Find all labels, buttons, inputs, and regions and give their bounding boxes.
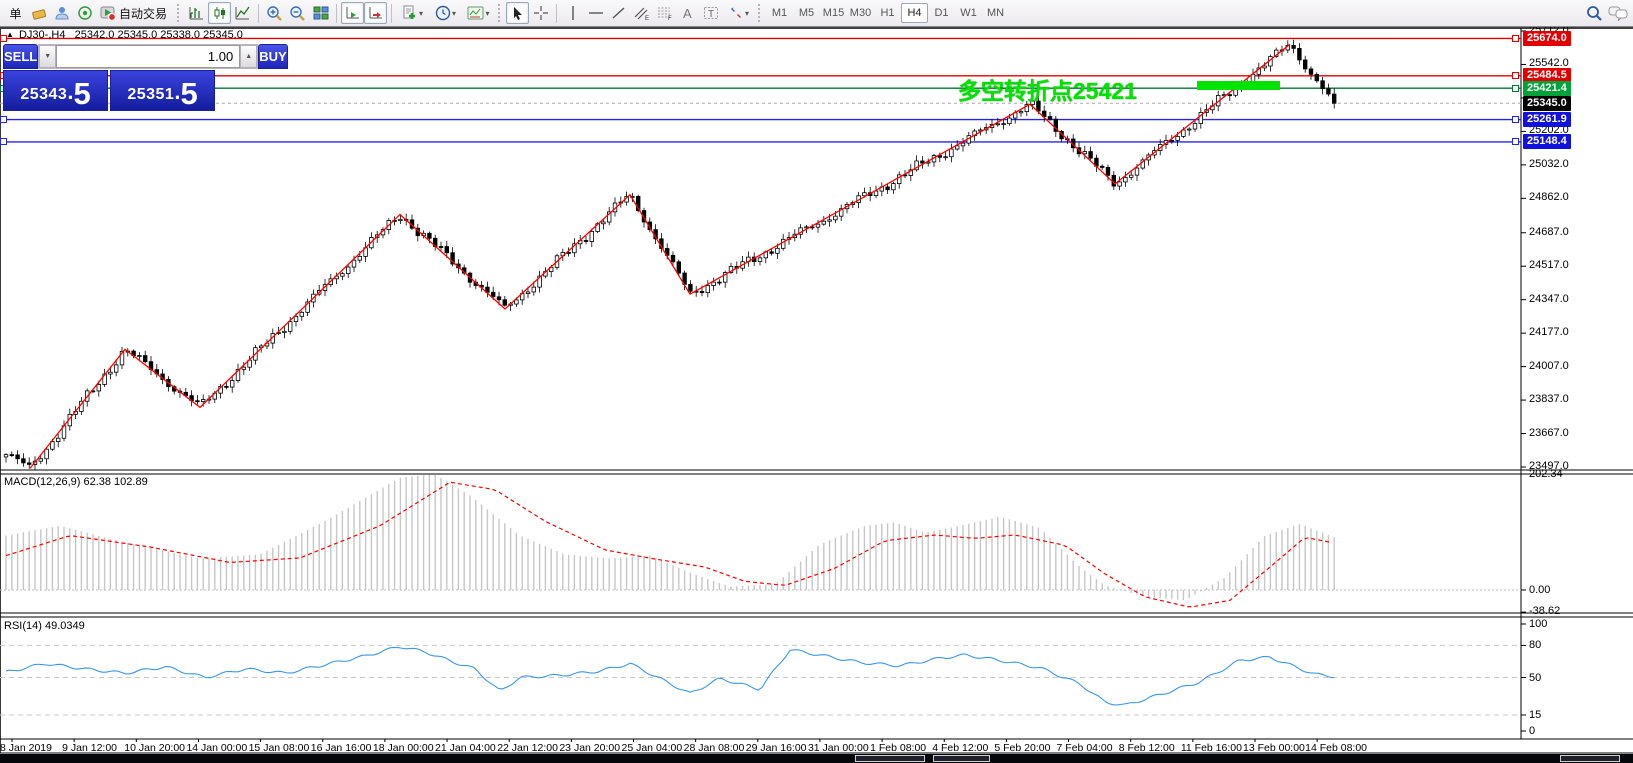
timeframe-m15-button[interactable]: M15 xyxy=(820,3,847,23)
timeframe-mn-button[interactable]: MN xyxy=(982,3,1009,23)
search-icon[interactable] xyxy=(1583,2,1606,24)
period-button[interactable]: ▾ xyxy=(429,2,462,24)
svg-text:A: A xyxy=(683,6,692,21)
text-label-button[interactable]: T xyxy=(699,2,722,24)
signal-icon[interactable] xyxy=(73,2,96,24)
buy-price-main: 25351 xyxy=(127,86,174,107)
crosshair-button[interactable] xyxy=(529,2,552,24)
mt4-window: 单 自动交易 xyxy=(0,0,1633,763)
chart-symbol-period: DJ30-,H4 xyxy=(19,29,65,41)
toolbar-separator xyxy=(556,4,557,23)
zoom-out-button[interactable] xyxy=(286,2,309,24)
taskbar-item[interactable] xyxy=(933,755,990,762)
timeframe-w1-button[interactable]: W1 xyxy=(955,3,982,23)
volume-increase-button[interactable]: ▲ xyxy=(240,45,257,68)
timeframe-h1-button[interactable]: H1 xyxy=(874,3,901,23)
toolbar-grip xyxy=(498,4,503,22)
autotrading-label: 自动交易 xyxy=(119,5,167,22)
new-order-label: 单 xyxy=(9,5,21,22)
text-button[interactable]: A xyxy=(676,2,699,24)
level-line-handle[interactable] xyxy=(1512,85,1519,92)
chart-shift-button[interactable] xyxy=(364,2,387,24)
level-line-handle[interactable] xyxy=(1512,138,1519,145)
tile-windows-button[interactable] xyxy=(309,2,332,24)
taskbar-item[interactable] xyxy=(855,755,925,762)
bar-chart-button[interactable] xyxy=(185,2,208,24)
level-line-handle[interactable] xyxy=(0,138,7,145)
level-line-handle[interactable] xyxy=(1512,116,1519,123)
buy-price-button[interactable]: 25351 . 5 xyxy=(110,70,215,111)
new-order-button[interactable]: 单 xyxy=(4,2,27,24)
vertical-line-button[interactable] xyxy=(561,2,584,24)
timeframe-m1-button[interactable]: M1 xyxy=(766,3,793,23)
equidistant-channel-button[interactable]: E xyxy=(630,2,653,24)
toolbar-separator xyxy=(391,4,392,23)
sell-price-pip: 5 xyxy=(73,81,90,107)
turning-point-annotation[interactable]: 多空转折点25421 xyxy=(958,72,1137,106)
buy-button[interactable]: BUY xyxy=(258,44,287,69)
chart-area[interactable] xyxy=(0,28,1633,754)
one-click-trading-panel: SELL ▼ ▲ BUY 25343 . 5 25351 . 5 xyxy=(3,44,215,111)
sell-price-main: 25343 xyxy=(20,86,67,107)
autotrading-button[interactable]: 自动交易 xyxy=(96,2,174,24)
toolbar-grip xyxy=(758,4,763,22)
timeframe-d1-button[interactable]: D1 xyxy=(928,3,955,23)
toolbar-separator xyxy=(258,4,259,23)
cursor-button[interactable] xyxy=(506,2,529,24)
arrows-button[interactable]: ▾ xyxy=(722,2,755,24)
chart-ohlc-values: 25342.0 25345.0 25338.0 25345.0 xyxy=(75,29,243,41)
turning-point-highlight-bar[interactable] xyxy=(1197,81,1280,90)
dropdown-caret: ▾ xyxy=(485,9,489,18)
toolbar-separator xyxy=(336,4,337,23)
level-line-handle[interactable] xyxy=(1512,35,1519,42)
svg-text:F: F xyxy=(668,16,672,21)
line-chart-button[interactable] xyxy=(231,2,254,24)
timeframe-m5-button[interactable]: M5 xyxy=(793,3,820,23)
market-watch-icon[interactable] xyxy=(27,2,50,24)
template-button[interactable]: ▾ xyxy=(462,2,495,24)
symbol-marker-icon: ▲ xyxy=(6,30,14,39)
sell-button[interactable]: SELL xyxy=(3,44,38,69)
taskbar-item[interactable] xyxy=(1560,755,1620,762)
timeframe-m30-button[interactable]: M30 xyxy=(847,3,874,23)
dropdown-caret: ▾ xyxy=(452,9,456,18)
horizontal-line-button[interactable] xyxy=(584,2,607,24)
chart-title: ▲ DJ30-,H4 25342.0 25345.0 25338.0 25345… xyxy=(6,29,243,41)
timeframe-h4-button[interactable]: H4 xyxy=(901,3,928,23)
volume-decrease-button[interactable]: ▼ xyxy=(39,45,56,68)
svg-text:E: E xyxy=(645,16,649,21)
toolbar-grip xyxy=(177,4,182,22)
buy-price-pip: 5 xyxy=(180,81,197,107)
level-line-handle[interactable] xyxy=(1512,72,1519,79)
dropdown-caret: ▾ xyxy=(419,9,423,18)
fibonacci-button[interactable]: F xyxy=(653,2,676,24)
add-indicator-button[interactable]: ▾ xyxy=(396,2,429,24)
dropdown-caret: ▾ xyxy=(745,9,749,18)
taskbar-strip xyxy=(0,754,1633,763)
navigator-icon[interactable] xyxy=(50,2,73,24)
level-line-handle[interactable] xyxy=(0,116,7,123)
toolbar: 单 自动交易 xyxy=(0,0,1633,27)
zoom-in-button[interactable] xyxy=(263,2,286,24)
chat-icon[interactable] xyxy=(1606,2,1629,24)
candlestick-chart-button[interactable] xyxy=(208,2,231,24)
volume-input[interactable] xyxy=(56,45,240,68)
sell-price-button[interactable]: 25343 . 5 xyxy=(3,70,108,111)
trendline-button[interactable] xyxy=(607,2,630,24)
svg-text:T: T xyxy=(708,9,714,20)
auto-scroll-button[interactable] xyxy=(341,2,364,24)
